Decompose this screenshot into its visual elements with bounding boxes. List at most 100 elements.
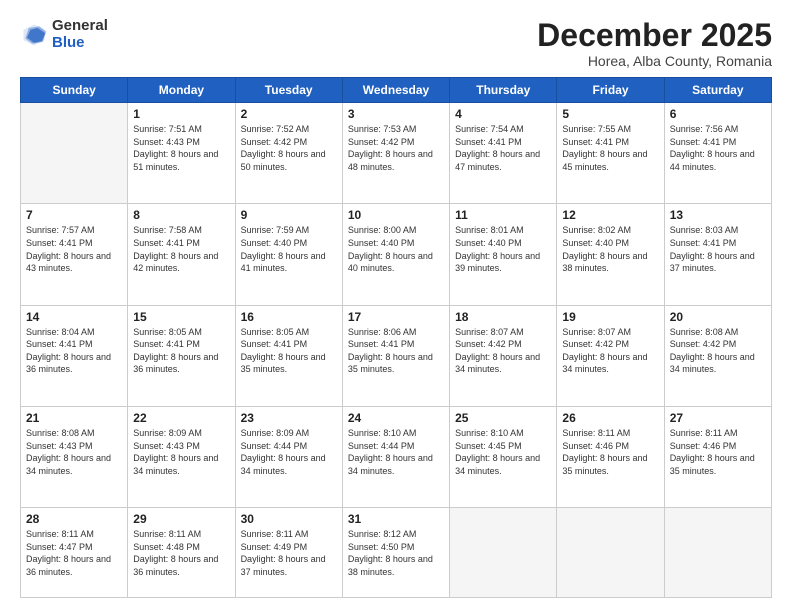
day-cell-3-1: 22 Sunrise: 8:09 AMSunset: 4:43 PMDayligh… bbox=[128, 406, 235, 507]
day-number: 20 bbox=[670, 310, 766, 324]
day-number: 27 bbox=[670, 411, 766, 425]
day-cell-4-1: 29 Sunrise: 8:11 AMSunset: 4:48 PMDayligh… bbox=[128, 508, 235, 598]
day-number: 23 bbox=[241, 411, 337, 425]
day-cell-4-2: 30 Sunrise: 8:11 AMSunset: 4:49 PMDayligh… bbox=[235, 508, 342, 598]
day-number: 5 bbox=[562, 107, 658, 121]
day-cell-4-4 bbox=[450, 508, 557, 598]
day-cell-1-2: 9 Sunrise: 7:59 AMSunset: 4:40 PMDaylight… bbox=[235, 204, 342, 305]
logo-blue-text: Blue bbox=[52, 35, 108, 52]
title-block: December 2025 Horea, Alba County, Romani… bbox=[537, 18, 772, 69]
day-number: 28 bbox=[26, 512, 122, 526]
day-info: Sunrise: 8:11 AMSunset: 4:46 PMDaylight:… bbox=[670, 427, 766, 477]
header-friday: Friday bbox=[557, 78, 664, 103]
day-cell-3-4: 25 Sunrise: 8:10 AMSunset: 4:45 PMDayligh… bbox=[450, 406, 557, 507]
day-cell-2-3: 17Sunrise: 8:06 AMSunset: 4:41 PMDayligh… bbox=[342, 305, 449, 406]
day-info: Sunrise: 8:11 AMSunset: 4:46 PMDaylight:… bbox=[562, 427, 658, 477]
day-cell-3-6: 27 Sunrise: 8:11 AMSunset: 4:46 PMDayligh… bbox=[664, 406, 771, 507]
day-cell-3-3: 24 Sunrise: 8:10 AMSunset: 4:44 PMDayligh… bbox=[342, 406, 449, 507]
day-number: 4 bbox=[455, 107, 551, 121]
day-cell-1-0: 7Sunrise: 7:57 AMSunset: 4:41 PMDaylight… bbox=[21, 204, 128, 305]
day-cell-2-5: 19Sunrise: 8:07 AMSunset: 4:42 PMDayligh… bbox=[557, 305, 664, 406]
day-cell-1-3: 10Sunrise: 8:00 AMSunset: 4:40 PMDayligh… bbox=[342, 204, 449, 305]
day-info: Sunrise: 8:05 AMSunset: 4:41 PMDaylight:… bbox=[241, 326, 337, 376]
day-info: Sunrise: 7:53 AMSunset: 4:42 PMDaylight:… bbox=[348, 123, 444, 173]
header-wednesday: Wednesday bbox=[342, 78, 449, 103]
day-cell-2-0: 14Sunrise: 8:04 AMSunset: 4:41 PMDayligh… bbox=[21, 305, 128, 406]
day-cell-2-2: 16 Sunrise: 8:05 AMSunset: 4:41 PMDayligh… bbox=[235, 305, 342, 406]
day-number: 30 bbox=[241, 512, 337, 526]
day-cell-1-6: 13 Sunrise: 8:03 AMSunset: 4:41 PMDayligh… bbox=[664, 204, 771, 305]
day-info: Sunrise: 8:11 AMSunset: 4:48 PMDaylight:… bbox=[133, 528, 229, 578]
day-cell-2-1: 15 Sunrise: 8:05 AMSunset: 4:41 PMDayligh… bbox=[128, 305, 235, 406]
day-cell-0-6: 6 Sunrise: 7:56 AMSunset: 4:41 PMDaylight… bbox=[664, 103, 771, 204]
week-row-4: 21 Sunrise: 8:08 AMSunset: 4:43 PMDayligh… bbox=[21, 406, 772, 507]
day-info: Sunrise: 7:51 AMSunset: 4:43 PMDaylight:… bbox=[133, 123, 229, 173]
week-row-2: 7Sunrise: 7:57 AMSunset: 4:41 PMDaylight… bbox=[21, 204, 772, 305]
day-number: 25 bbox=[455, 411, 551, 425]
day-info: Sunrise: 7:59 AMSunset: 4:40 PMDaylight:… bbox=[241, 224, 337, 274]
day-cell-4-0: 28Sunrise: 8:11 AMSunset: 4:47 PMDayligh… bbox=[21, 508, 128, 598]
header-monday: Monday bbox=[128, 78, 235, 103]
day-info: Sunrise: 8:01 AMSunset: 4:40 PMDaylight:… bbox=[455, 224, 551, 274]
day-number: 16 bbox=[241, 310, 337, 324]
day-cell-1-5: 12Sunrise: 8:02 AMSunset: 4:40 PMDayligh… bbox=[557, 204, 664, 305]
week-row-3: 14Sunrise: 8:04 AMSunset: 4:41 PMDayligh… bbox=[21, 305, 772, 406]
day-cell-4-6 bbox=[664, 508, 771, 598]
day-number: 15 bbox=[133, 310, 229, 324]
day-cell-3-2: 23Sunrise: 8:09 AMSunset: 4:44 PMDayligh… bbox=[235, 406, 342, 507]
logo-text: General Blue bbox=[52, 18, 108, 51]
day-cell-4-3: 31Sunrise: 8:12 AMSunset: 4:50 PMDayligh… bbox=[342, 508, 449, 598]
day-info: Sunrise: 8:05 AMSunset: 4:41 PMDaylight:… bbox=[133, 326, 229, 376]
header-sunday: Sunday bbox=[21, 78, 128, 103]
day-info: Sunrise: 8:08 AMSunset: 4:43 PMDaylight:… bbox=[26, 427, 122, 477]
day-number: 9 bbox=[241, 208, 337, 222]
day-number: 6 bbox=[670, 107, 766, 121]
day-info: Sunrise: 8:08 AMSunset: 4:42 PMDaylight:… bbox=[670, 326, 766, 376]
day-info: Sunrise: 7:56 AMSunset: 4:41 PMDaylight:… bbox=[670, 123, 766, 173]
day-cell-2-6: 20 Sunrise: 8:08 AMSunset: 4:42 PMDayligh… bbox=[664, 305, 771, 406]
day-cell-1-4: 11 Sunrise: 8:01 AMSunset: 4:40 PMDayligh… bbox=[450, 204, 557, 305]
day-number: 24 bbox=[348, 411, 444, 425]
day-info: Sunrise: 8:03 AMSunset: 4:41 PMDaylight:… bbox=[670, 224, 766, 274]
day-number: 2 bbox=[241, 107, 337, 121]
month-title: December 2025 bbox=[537, 18, 772, 53]
day-cell-1-1: 8Sunrise: 7:58 AMSunset: 4:41 PMDaylight… bbox=[128, 204, 235, 305]
day-number: 21 bbox=[26, 411, 122, 425]
header-thursday: Thursday bbox=[450, 78, 557, 103]
day-cell-0-1: 1 Sunrise: 7:51 AMSunset: 4:43 PMDaylight… bbox=[128, 103, 235, 204]
day-number: 13 bbox=[670, 208, 766, 222]
day-info: Sunrise: 8:10 AMSunset: 4:44 PMDaylight:… bbox=[348, 427, 444, 477]
day-cell-2-4: 18 Sunrise: 8:07 AMSunset: 4:42 PMDayligh… bbox=[450, 305, 557, 406]
day-info: Sunrise: 8:09 AMSunset: 4:43 PMDaylight:… bbox=[133, 427, 229, 477]
day-number: 11 bbox=[455, 208, 551, 222]
day-number: 31 bbox=[348, 512, 444, 526]
day-number: 1 bbox=[133, 107, 229, 121]
day-info: Sunrise: 7:57 AMSunset: 4:41 PMDaylight:… bbox=[26, 224, 122, 274]
day-number: 29 bbox=[133, 512, 229, 526]
day-number: 3 bbox=[348, 107, 444, 121]
day-cell-0-3: 3 Sunrise: 7:53 AMSunset: 4:42 PMDaylight… bbox=[342, 103, 449, 204]
weekday-header-row: Sunday Monday Tuesday Wednesday Thursday… bbox=[21, 78, 772, 103]
day-number: 12 bbox=[562, 208, 658, 222]
header-tuesday: Tuesday bbox=[235, 78, 342, 103]
day-number: 22 bbox=[133, 411, 229, 425]
logo: General Blue bbox=[20, 18, 108, 51]
day-number: 18 bbox=[455, 310, 551, 324]
header: General Blue December 2025 Horea, Alba C… bbox=[20, 18, 772, 69]
day-number: 26 bbox=[562, 411, 658, 425]
header-saturday: Saturday bbox=[664, 78, 771, 103]
day-info: Sunrise: 8:07 AMSunset: 4:42 PMDaylight:… bbox=[455, 326, 551, 376]
day-info: Sunrise: 7:55 AMSunset: 4:41 PMDaylight:… bbox=[562, 123, 658, 173]
day-number: 8 bbox=[133, 208, 229, 222]
day-cell-0-4: 4 Sunrise: 7:54 AMSunset: 4:41 PMDaylight… bbox=[450, 103, 557, 204]
week-row-5: 28Sunrise: 8:11 AMSunset: 4:47 PMDayligh… bbox=[21, 508, 772, 598]
calendar-table: Sunday Monday Tuesday Wednesday Thursday… bbox=[20, 77, 772, 598]
day-info: Sunrise: 7:54 AMSunset: 4:41 PMDaylight:… bbox=[455, 123, 551, 173]
day-info: Sunrise: 8:10 AMSunset: 4:45 PMDaylight:… bbox=[455, 427, 551, 477]
day-info: Sunrise: 8:11 AMSunset: 4:49 PMDaylight:… bbox=[241, 528, 337, 578]
page: General Blue December 2025 Horea, Alba C… bbox=[0, 0, 792, 612]
day-number: 14 bbox=[26, 310, 122, 324]
day-cell-3-0: 21 Sunrise: 8:08 AMSunset: 4:43 PMDayligh… bbox=[21, 406, 128, 507]
day-number: 10 bbox=[348, 208, 444, 222]
day-cell-0-2: 2Sunrise: 7:52 AMSunset: 4:42 PMDaylight… bbox=[235, 103, 342, 204]
